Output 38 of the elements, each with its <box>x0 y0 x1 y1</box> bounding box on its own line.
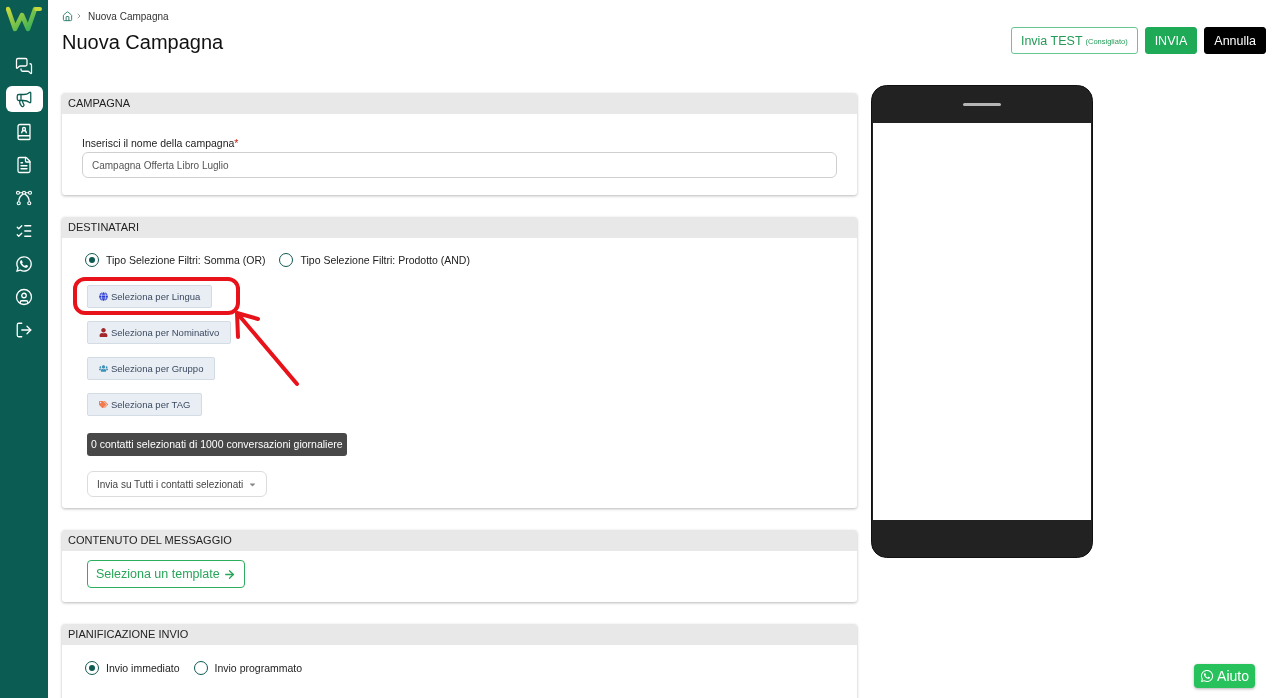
globe-icon <box>99 292 108 301</box>
whatsapp-icon <box>1200 669 1215 683</box>
section-header: CAMPAGNA <box>62 93 857 114</box>
whatsapp-icon <box>15 255 33 273</box>
field-label: Inserisci il nome della campagna* <box>82 137 239 149</box>
section-header: PIANIFICAZIONE INVIO <box>62 624 857 645</box>
contact-book-icon <box>15 123 33 141</box>
filter-button[interactable]: Seleziona per Nominativo <box>87 321 232 344</box>
page-title: Nuova Campagna <box>62 30 224 54</box>
cancel-button[interactable]: Annulla <box>1204 27 1266 54</box>
radio-label: Invio immediato <box>106 662 180 674</box>
document-icon <box>15 156 33 174</box>
users-icon <box>99 364 108 373</box>
filter-button[interactable]: Seleziona per Lingua <box>87 285 213 308</box>
contact-counter: 0 contatti selezionati di 1000 conversazioni giornaliere <box>87 433 347 456</box>
megaphone-icon <box>15 90 33 108</box>
radio-label: Invio programmato <box>214 662 303 674</box>
user-icon <box>99 328 108 337</box>
nodes-icon <box>15 189 33 207</box>
logo-icon <box>6 6 42 32</box>
radio-label: Tipo Selezione Filtri: Somma (OR) <box>106 254 266 266</box>
arrow-right-icon <box>222 567 236 581</box>
send-to-dropdown[interactable]: Invia su Tutti i contatti selezionati <box>87 471 268 497</box>
checklist-icon <box>15 222 33 240</box>
user-circle-icon <box>15 288 33 306</box>
chat-icon <box>15 57 33 75</box>
home-icon[interactable] <box>62 10 73 22</box>
filter-button[interactable]: Seleziona per Gruppo <box>87 357 216 380</box>
tags-icon <box>99 400 108 409</box>
radio-label: Tipo Selezione Filtri: Prodotto (AND) <box>300 254 470 266</box>
section-header: DESTINATARI <box>62 217 857 238</box>
logout-icon <box>15 321 33 339</box>
section-header: CONTENUTO DEL MESSAGGIO <box>62 530 857 551</box>
filter-button[interactable]: Seleziona per TAG <box>87 393 203 416</box>
nav-button[interactable] <box>5 86 43 112</box>
chevron-right-icon <box>75 12 83 20</box>
input-field[interactable]: Campagna Offerta Libro Luglio <box>82 152 837 178</box>
breadcrumb-current: Nuova Campagna <box>88 10 169 22</box>
